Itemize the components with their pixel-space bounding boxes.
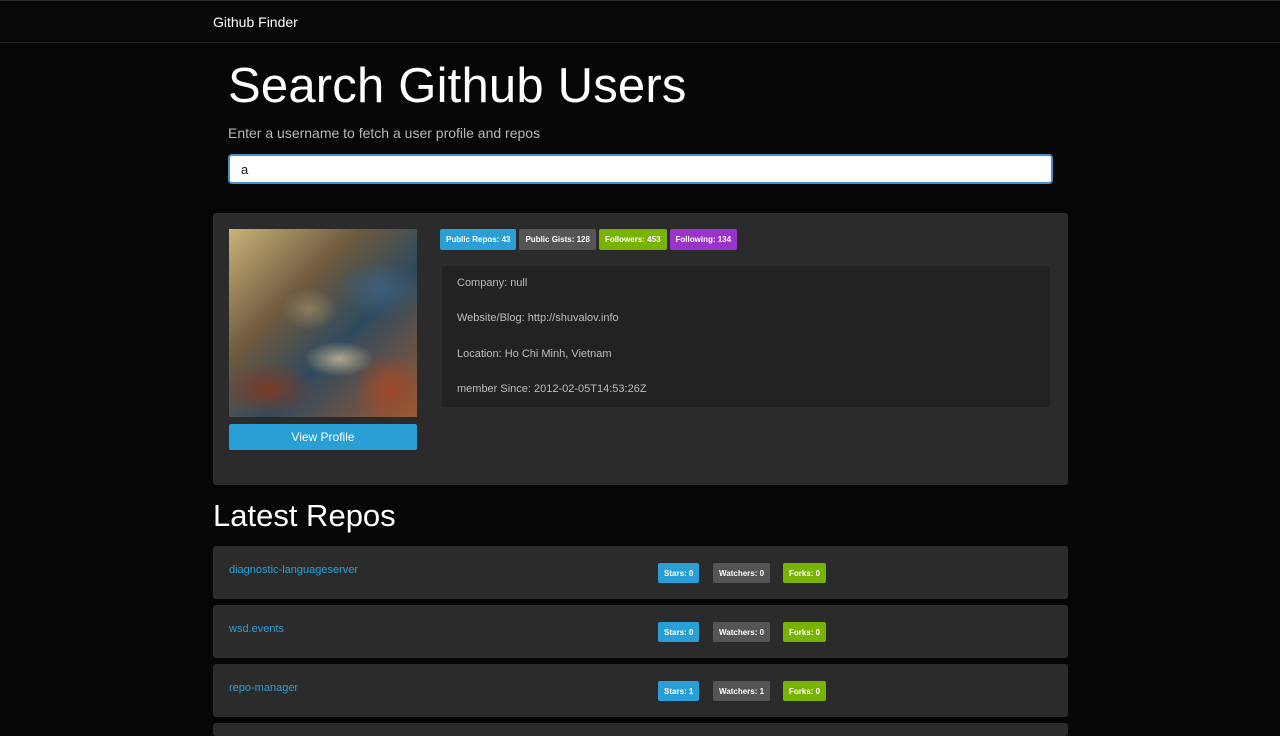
search-lead-text: Enter a username to fetch a user profile… (228, 125, 541, 141)
public-gists-badge: Public Gists: 128 (519, 229, 596, 250)
watchers-badge: Watchers: 1 (713, 681, 771, 701)
public-repos-badge: Public Repos: 43 (440, 229, 517, 250)
repo-card: repo-manager Stars: 1 Watchers: 1 Forks:… (213, 664, 1068, 717)
stars-badge: Stars: 0 (658, 622, 700, 642)
brand-link[interactable]: Github Finder (213, 14, 298, 30)
forks-badge: Forks: 0 (783, 563, 827, 583)
latest-repos-title: Latest Repos (213, 498, 396, 533)
search-input[interactable] (228, 154, 1053, 184)
followers-badge: Followers: 453 (598, 229, 667, 250)
forks-badge: Forks: 0 (783, 681, 827, 701)
profile-card: View Profile Public Repos: 43 Public Gis… (213, 213, 1068, 485)
following-badge: Following: 134 (669, 229, 738, 250)
repo-link[interactable]: wsd.events (229, 623, 284, 635)
watchers-badge: Watchers: 0 (713, 622, 771, 642)
member-since-text: member Since: 2012-02-05T14:53:26Z (457, 383, 647, 395)
repo-card-partial (213, 723, 1068, 736)
stars-badge: Stars: 0 (658, 563, 700, 583)
profile-badges: Public Repos: 43 Public Gists: 128 Follo… (440, 229, 738, 250)
repo-link[interactable]: repo-manager (229, 682, 298, 694)
navbar: Github Finder (0, 0, 1280, 43)
repo-card: wsd.events Stars: 0 Watchers: 0 Forks: 0 (213, 605, 1068, 658)
profile-info-box: Company: null Website/Blog: http://shuva… (442, 266, 1050, 407)
watchers-badge: Watchers: 0 (713, 563, 771, 583)
location-text: Location: Ho Chi Minh, Vietnam (457, 348, 612, 360)
page-title: Search Github Users (228, 59, 687, 113)
view-profile-button[interactable]: View Profile (229, 424, 417, 450)
repo-link[interactable]: diagnostic-languageserver (229, 564, 358, 576)
repo-card: diagnostic-languageserver Stars: 0 Watch… (213, 546, 1068, 599)
forks-badge: Forks: 0 (783, 622, 827, 642)
stars-badge: Stars: 1 (658, 681, 700, 701)
company-text: Company: null (457, 277, 528, 289)
avatar (229, 229, 417, 417)
website-text: Website/Blog: http://shuvalov.info (457, 312, 619, 324)
